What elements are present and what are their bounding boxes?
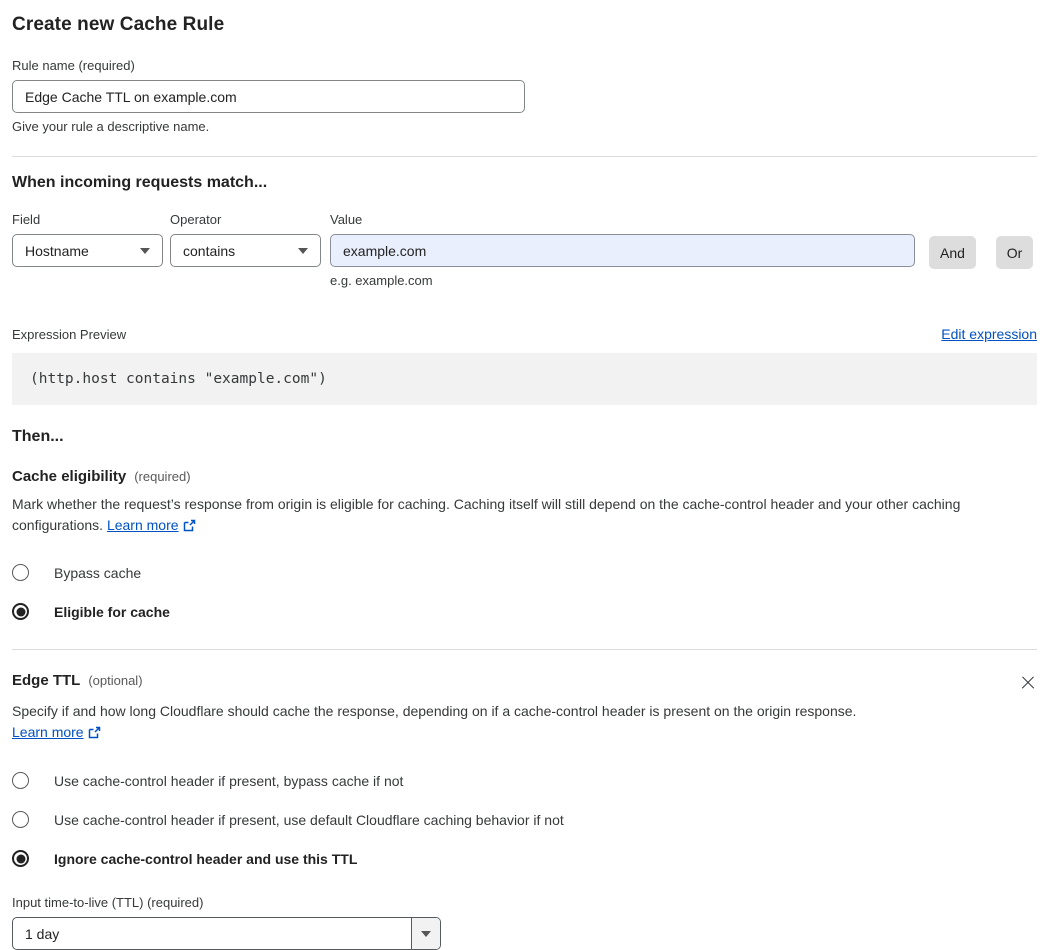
radio-icon[interactable] <box>12 850 29 867</box>
cache-eligibility-description: Mark whether the request’s response from… <box>12 494 1037 538</box>
section-divider <box>12 649 1037 650</box>
chevron-down-icon <box>298 247 308 254</box>
ttl-select-value: 1 day <box>25 925 60 942</box>
radio-icon[interactable] <box>12 811 29 828</box>
cache-eligibility-qualifier: (required) <box>134 469 191 484</box>
value-help: e.g. example.com <box>330 273 433 288</box>
ttl-select[interactable]: 1 day <box>12 917 441 950</box>
rule-name-input[interactable] <box>12 80 525 113</box>
chevron-down-icon <box>140 247 150 254</box>
radio-ignore-header-use-ttl[interactable]: Ignore cache-control header and use this… <box>12 850 1037 867</box>
radio-use-header-default[interactable]: Use cache-control header if present, use… <box>12 811 1037 828</box>
rule-name-help: Give your rule a descriptive name. <box>12 119 210 134</box>
operator-select-value: contains <box>183 242 236 259</box>
radio-bypass-cache[interactable]: Bypass cache <box>12 564 1037 581</box>
expression-preview-code: (http.host contains "example.com") <box>12 353 1037 405</box>
chevron-down-icon[interactable] <box>411 918 440 949</box>
and-button[interactable]: And <box>929 236 976 269</box>
field-select-value: Hostname <box>25 242 89 259</box>
match-section-heading: When incoming requests match... <box>12 174 268 191</box>
field-select[interactable]: Hostname <box>12 234 163 267</box>
value-label: Value <box>330 212 363 227</box>
radio-use-header-bypass[interactable]: Use cache-control header if present, byp… <box>12 772 1037 789</box>
edge-ttl-heading: Edge TTL <box>12 672 81 689</box>
operator-label: Operator <box>170 212 222 227</box>
radio-icon[interactable] <box>12 603 29 620</box>
page-title: Create new Cache Rule <box>12 14 225 35</box>
cache-eligibility-heading: Cache eligibility <box>12 468 127 485</box>
external-link-icon <box>88 724 101 745</box>
expression-preview-label: Expression Preview <box>12 327 127 342</box>
operator-select[interactable]: contains <box>170 234 321 267</box>
edit-expression-link[interactable]: Edit expression <box>941 326 1037 342</box>
value-input[interactable] <box>330 234 915 267</box>
match-condition-row: Field Hostname Operator contains Value e… <box>12 212 1037 288</box>
section-divider <box>12 156 1037 157</box>
or-button[interactable]: Or <box>996 236 1033 269</box>
field-label: Field <box>12 212 41 227</box>
edge-ttl-description: Specify if and how long Cloudflare shoul… <box>12 701 857 745</box>
radio-icon[interactable] <box>12 564 29 581</box>
rule-name-label: Rule name (required) <box>12 58 135 73</box>
radio-eligible-for-cache[interactable]: Eligible for cache <box>12 603 1037 620</box>
ttl-label: Input time-to-live (TTL) (required) <box>12 895 204 910</box>
edge-ttl-qualifier: (optional) <box>88 673 143 688</box>
external-link-icon <box>183 517 196 538</box>
radio-icon[interactable] <box>12 772 29 789</box>
learn-more-link[interactable]: Learn more <box>107 517 179 533</box>
close-icon[interactable] <box>1019 674 1037 692</box>
learn-more-link[interactable]: Learn more <box>12 724 84 740</box>
then-heading: Then... <box>12 428 64 445</box>
cache-rule-form: Create new Cache Rule Rule name (require… <box>12 0 1037 950</box>
